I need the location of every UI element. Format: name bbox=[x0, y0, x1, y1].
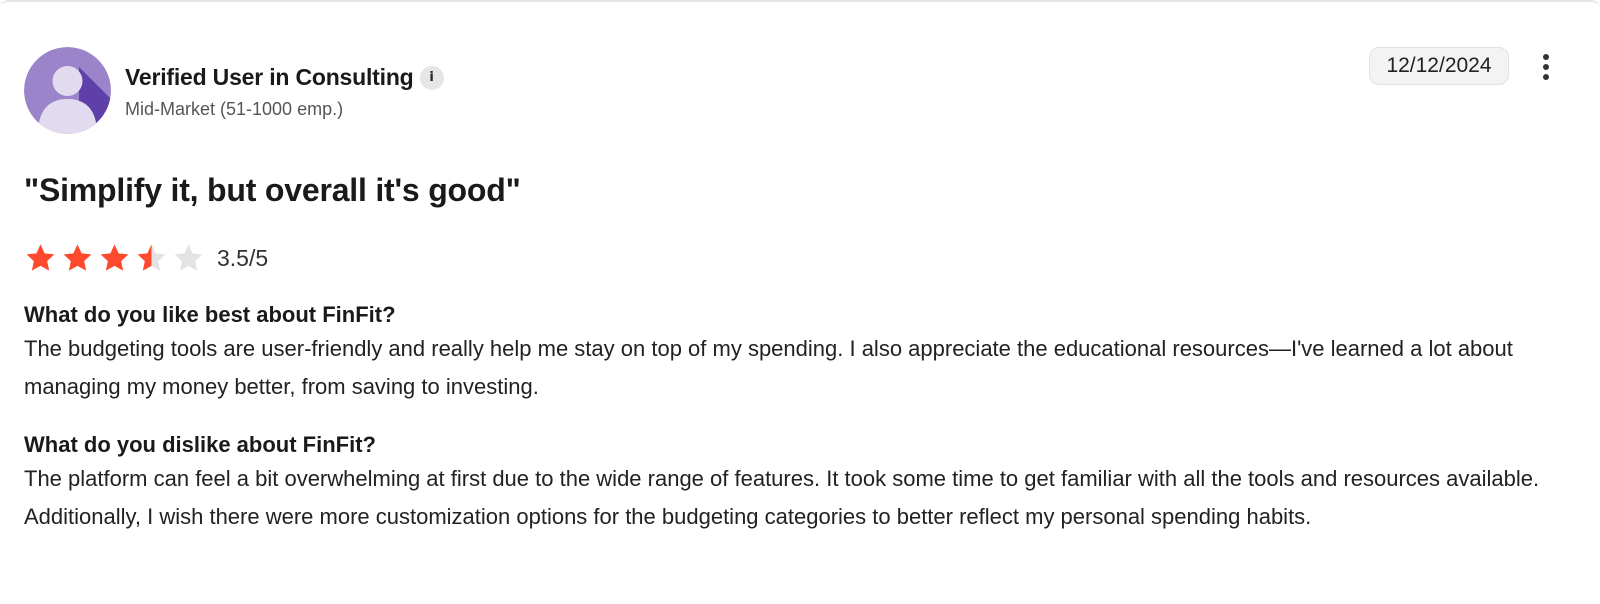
reviewer-name: Verified User in Consulting bbox=[125, 64, 414, 90]
answer-like-best: The budgeting tools are user-friendly an… bbox=[24, 336, 1513, 399]
info-icon[interactable]: i bbox=[419, 65, 444, 90]
star-icon bbox=[63, 244, 92, 271]
star-icon bbox=[100, 244, 129, 271]
star-rating bbox=[24, 242, 205, 274]
review-title: "Simplify it, but overall it's good" bbox=[24, 172, 521, 208]
reviewer-segment: Mid-Market (51-1000 emp.) bbox=[125, 99, 344, 119]
reviewer-name-row: Verified User in Consulting i bbox=[125, 64, 444, 91]
star-half-icon bbox=[137, 244, 166, 271]
star-empty-icon bbox=[174, 244, 203, 271]
question-like-best: What do you like best about FinFit? bbox=[24, 302, 396, 327]
question-dislike: What do you dislike about FinFit? bbox=[24, 432, 376, 457]
user-avatar-icon bbox=[24, 47, 111, 134]
rating-row: 3.5/5 bbox=[24, 242, 268, 274]
more-vertical-icon[interactable] bbox=[1534, 51, 1558, 83]
star-icon bbox=[26, 244, 55, 271]
rating-text: 3.5/5 bbox=[217, 244, 269, 271]
review-date-badge: 12/12/2024 bbox=[1369, 47, 1509, 85]
answer-dislike: The platform can feel a bit overwhelming… bbox=[24, 466, 1540, 529]
review-card: Verified User in Consulting i Mid-Market… bbox=[0, 0, 1600, 604]
